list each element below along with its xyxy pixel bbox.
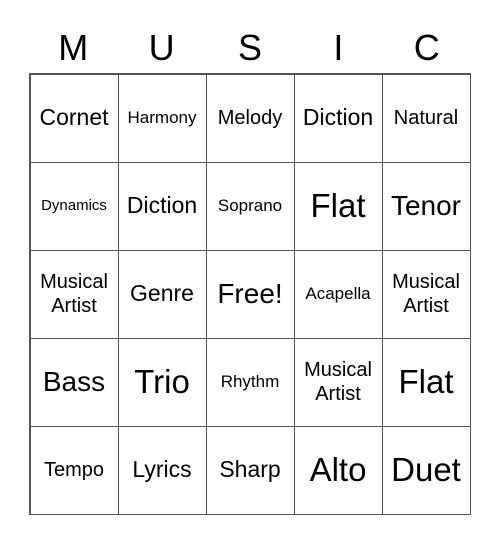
bingo-cell[interactable]: Trio <box>117 337 207 427</box>
header-letter-u: U <box>148 27 175 68</box>
bingo-cell[interactable]: Acapella <box>293 249 383 339</box>
bingo-header: M U S I C <box>29 28 471 68</box>
header-letter-m: M <box>58 27 89 68</box>
bingo-cell[interactable]: Soprano <box>205 161 295 251</box>
bingo-cell[interactable]: Genre <box>117 249 207 339</box>
bingo-cell[interactable]: Melody <box>205 73 295 163</box>
bingo-cell[interactable]: Tenor <box>381 161 471 251</box>
bingo-cell[interactable]: Rhythm <box>205 337 295 427</box>
header-letter-c: C <box>413 27 440 68</box>
bingo-cell[interactable]: Musical Artist <box>381 249 471 339</box>
free-space-cell[interactable]: Free! <box>205 249 295 339</box>
header-letter-s: S <box>237 27 262 68</box>
bingo-cell[interactable]: Diction <box>293 73 383 163</box>
header-letter-i: I <box>333 27 344 68</box>
bingo-cell[interactable]: Lyrics <box>117 425 207 515</box>
bingo-cell[interactable]: Diction <box>117 161 207 251</box>
bingo-cell[interactable]: Musical Artist <box>293 337 383 427</box>
bingo-cell[interactable]: Harmony <box>117 73 207 163</box>
bingo-cell[interactable]: Alto <box>293 425 383 515</box>
bingo-cell[interactable]: Dynamics <box>29 161 119 251</box>
bingo-cell[interactable]: Natural <box>381 73 471 163</box>
bingo-cell[interactable]: Cornet <box>29 73 119 163</box>
bingo-cell[interactable]: Duet <box>381 425 471 515</box>
bingo-card: Cornet Harmony Melody Diction Natural Dy… <box>29 73 471 515</box>
bingo-cell[interactable]: Flat <box>293 161 383 251</box>
bingo-cell[interactable]: Bass <box>29 337 119 427</box>
bingo-cell[interactable]: Tempo <box>29 425 119 515</box>
bingo-cell[interactable]: Musical Artist <box>29 249 119 339</box>
bingo-cell[interactable]: Sharp <box>205 425 295 515</box>
bingo-cell[interactable]: Flat <box>381 337 471 427</box>
